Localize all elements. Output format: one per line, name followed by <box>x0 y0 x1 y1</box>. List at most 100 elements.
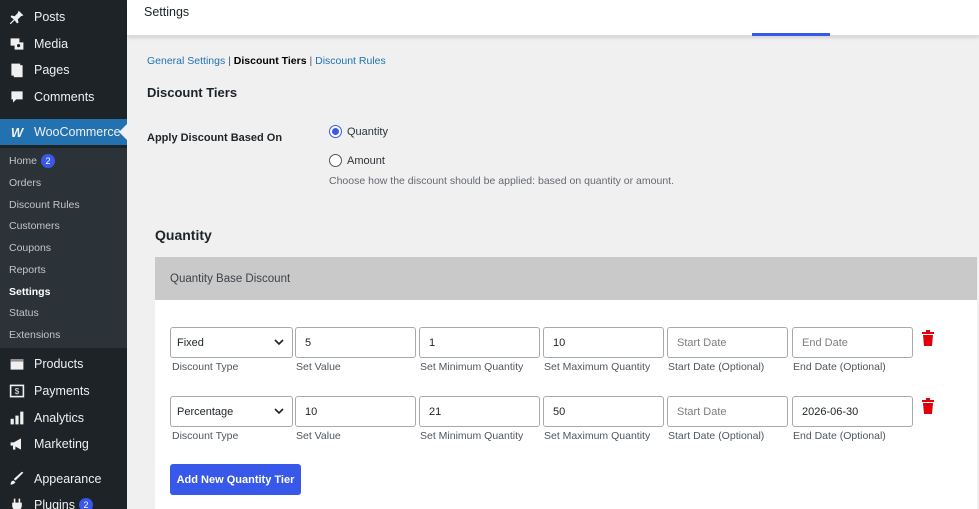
submenu-coupons[interactable]: Coupons <box>9 240 51 256</box>
panel-header: Quantity Base Discount <box>155 257 977 300</box>
discount-type-label: Discount Type <box>172 430 239 442</box>
tab-discount-rules[interactable]: Discount Rules <box>315 55 386 67</box>
radio-amount[interactable]: Amount <box>329 154 385 167</box>
menu-comments[interactable]: Comments <box>0 84 127 110</box>
menu-label: Plugins <box>34 498 75 509</box>
min-quantity-input[interactable]: 21 <box>419 396 540 427</box>
menu-products[interactable]: Products <box>0 351 127 377</box>
tab-separator: | <box>228 55 231 67</box>
submenu-settings[interactable]: Settings <box>9 284 50 300</box>
admin-sidebar: Posts Media Pages Comments W WooCommerce… <box>0 0 127 509</box>
menu-appearance[interactable]: Appearance <box>0 466 127 492</box>
radio-label: Quantity <box>347 125 388 138</box>
quantity-panel: Quantity Base Discount Fixed 5 1 10 Star… <box>155 257 977 509</box>
menu-label: WooCommerce <box>34 125 121 139</box>
section-heading: Discount Tiers <box>147 85 238 100</box>
trash-icon[interactable] <box>921 330 935 346</box>
comments-icon <box>7 88 27 106</box>
discount-type-select[interactable]: Fixed <box>170 327 293 358</box>
notification-badge: 2 <box>41 154 56 168</box>
menu-marketing[interactable]: Marketing <box>0 431 127 457</box>
menu-media[interactable]: Media <box>0 31 127 57</box>
menu-woocommerce[interactable]: W WooCommerce <box>0 119 127 145</box>
submenu-discount-rules[interactable]: Discount Rules <box>9 197 80 213</box>
menu-label: Products <box>34 357 84 371</box>
menu-label: Posts <box>34 10 66 24</box>
svg-text:$: $ <box>15 387 20 396</box>
menu-pages[interactable]: Pages <box>0 57 127 83</box>
radio-label: Amount <box>347 154 385 167</box>
submenu-status[interactable]: Status <box>9 305 39 321</box>
main-content: General Settings | Discount Tiers | Disc… <box>127 36 979 509</box>
chevron-down-icon <box>274 408 284 415</box>
tab-separator: | <box>309 55 313 67</box>
submenu-customers[interactable]: Customers <box>9 218 60 234</box>
chevron-down-icon <box>274 339 284 346</box>
menu-label: Appearance <box>34 472 102 486</box>
apply-discount-description: Choose how the discount should be applie… <box>329 175 674 187</box>
plugins-icon <box>7 496 27 509</box>
select-value: Fixed <box>177 336 204 349</box>
notification-badge: 2 <box>79 498 93 509</box>
set-value-label: Set Value <box>296 361 341 373</box>
set-value-input[interactable]: 10 <box>295 396 416 427</box>
max-quantity-input[interactable]: 10 <box>543 327 664 358</box>
woocommerce-icon: W <box>10 124 24 140</box>
menu-plugins[interactable]: Plugins 2 <box>0 492 127 509</box>
menu-label: Payments <box>34 384 90 398</box>
start-date-input[interactable]: Start Date <box>667 396 788 427</box>
min-quantity-input[interactable]: 1 <box>419 327 540 358</box>
menu-label: Analytics <box>34 411 85 425</box>
radio-unchecked-icon[interactable] <box>329 154 342 167</box>
top-bar: Settings <box>127 0 979 36</box>
menu-payments[interactable]: $ Payments <box>0 378 127 404</box>
add-quantity-tier-button[interactable]: Add New Quantity Tier <box>170 464 301 495</box>
max-quantity-label: Set Maximum Quantity <box>544 361 651 373</box>
menu-label: Marketing <box>34 437 89 451</box>
marketing-icon <box>7 435 27 453</box>
submenu-orders[interactable]: Orders <box>9 175 41 191</box>
end-date-input[interactable]: End Date <box>792 327 913 358</box>
menu-label: Comments <box>34 90 95 104</box>
discount-type-label: Discount Type <box>172 361 239 373</box>
tab-general-settings[interactable]: General Settings <box>147 55 225 67</box>
menu-label: Media <box>34 37 69 51</box>
start-date-input[interactable]: Start Date <box>667 327 788 358</box>
woocommerce-submenu: Home 2 Orders Discount Rules Customers C… <box>0 148 127 348</box>
pin-icon <box>7 8 27 26</box>
submenu-home[interactable]: Home 2 <box>9 153 56 169</box>
menu-posts[interactable]: Posts <box>0 4 127 30</box>
page-title: Settings <box>144 5 190 19</box>
submenu-reports[interactable]: Reports <box>9 262 46 278</box>
menu-analytics[interactable]: Analytics <box>0 405 127 431</box>
trash-icon[interactable] <box>921 398 935 414</box>
radio-quantity[interactable]: Quantity <box>329 125 388 138</box>
start-date-label: Start Date (Optional) <box>668 430 765 442</box>
discount-type-select[interactable]: Percentage <box>170 396 293 427</box>
end-date-label: End Date (Optional) <box>793 361 886 373</box>
media-icon <box>7 35 27 53</box>
payments-icon: $ <box>7 382 27 400</box>
max-quantity-label: Set Maximum Quantity <box>544 430 651 442</box>
end-date-input[interactable]: 2026-06-30 <box>792 396 913 427</box>
menu-label: Pages <box>34 63 70 77</box>
min-quantity-label: Set Minimum Quantity <box>420 361 524 373</box>
settings-tabs: General Settings | Discount Tiers | Disc… <box>147 55 386 67</box>
panel-header-title: Quantity Base Discount <box>170 273 291 285</box>
quantity-section-title: Quantity <box>155 227 212 243</box>
appearance-icon <box>7 470 27 488</box>
set-value-input[interactable]: 5 <box>295 327 416 358</box>
min-quantity-label: Set Minimum Quantity <box>420 430 524 442</box>
products-icon <box>7 355 27 373</box>
select-value: Percentage <box>177 405 234 418</box>
pages-icon <box>7 61 27 79</box>
radio-checked-icon[interactable] <box>329 125 342 138</box>
max-quantity-input[interactable]: 50 <box>543 396 664 427</box>
analytics-icon <box>7 409 27 427</box>
submenu-extensions[interactable]: Extensions <box>9 327 60 343</box>
start-date-label: Start Date (Optional) <box>668 361 765 373</box>
end-date-label: End Date (Optional) <box>793 430 886 442</box>
apply-discount-label: Apply Discount Based On <box>147 132 283 144</box>
set-value-label: Set Value <box>296 430 341 442</box>
tab-discount-tiers[interactable]: Discount Tiers <box>234 55 307 67</box>
